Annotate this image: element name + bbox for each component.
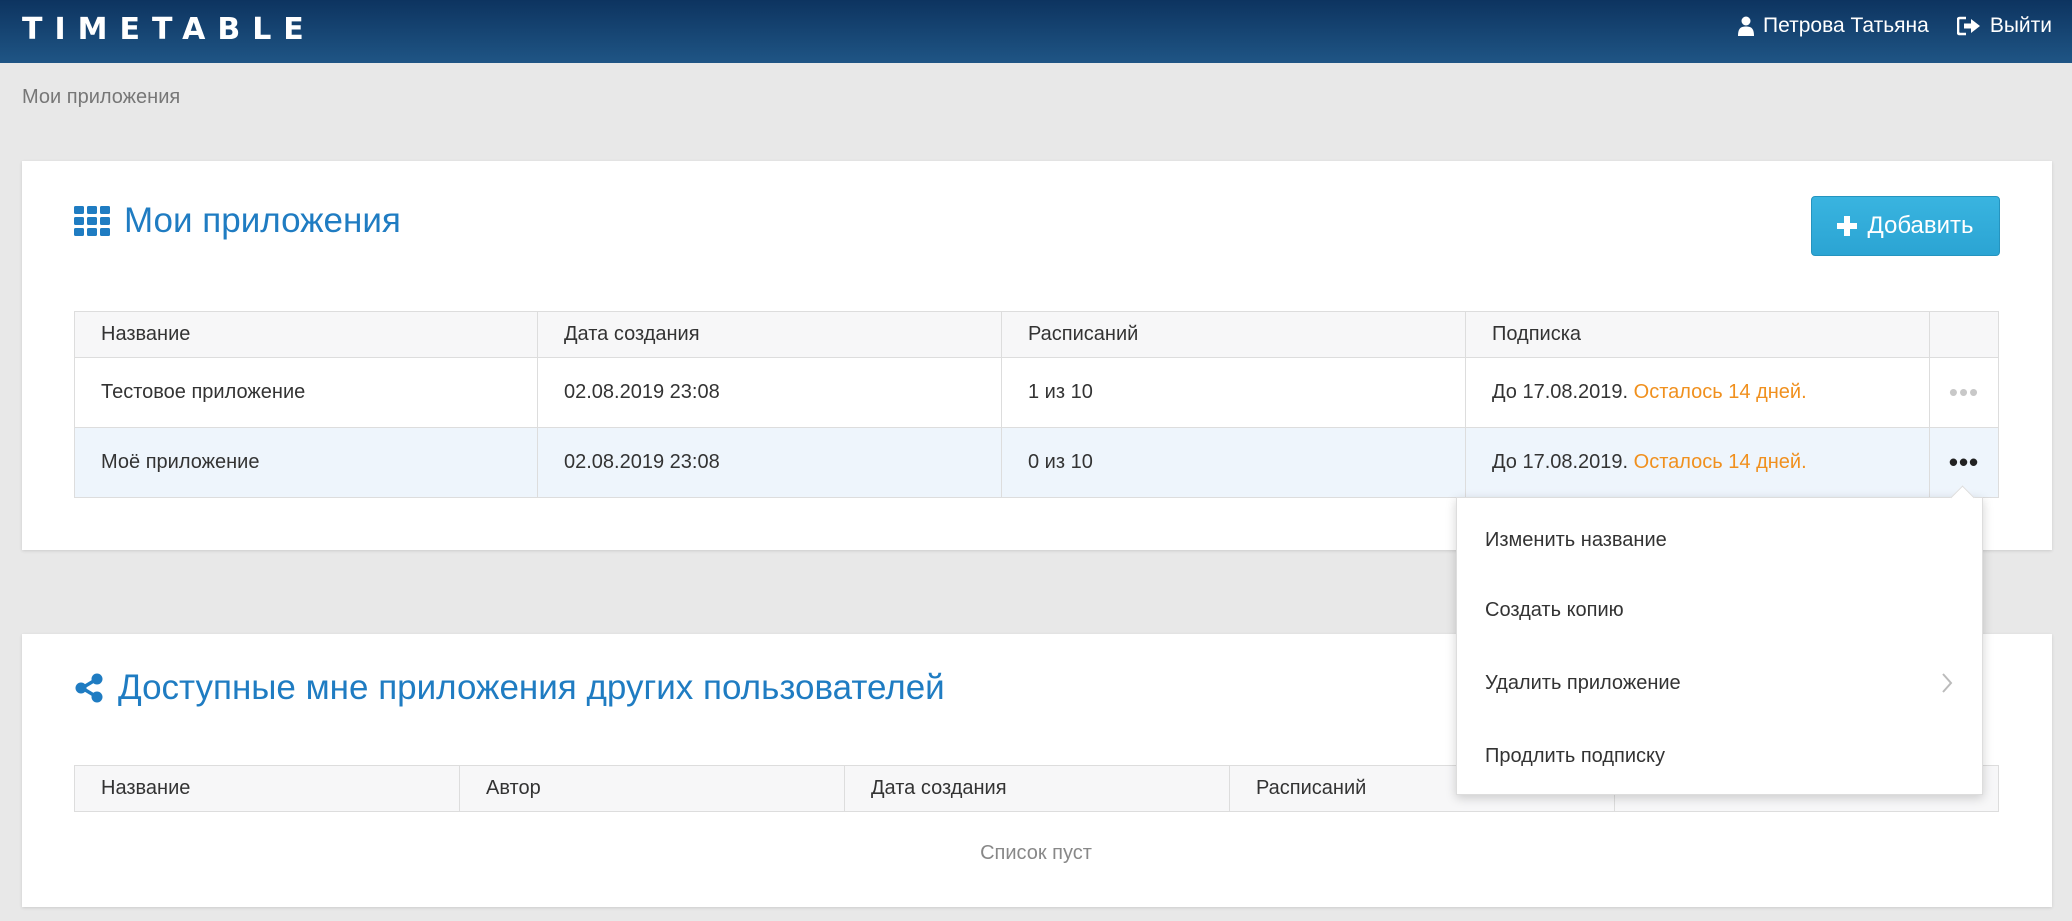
top-navbar: TIMETABLE Петрова Татьяна Выйти: [0, 0, 2072, 63]
row-actions-button[interactable]: •••: [1949, 447, 1979, 477]
menu-item-label: Изменить название: [1485, 528, 1667, 551]
menu-item-extend[interactable]: Продлить подписку: [1457, 728, 1982, 784]
app-logo[interactable]: TIMETABLE: [22, 12, 316, 47]
my-apps-title-text: Мои приложения: [124, 201, 401, 240]
menu-item-label: Продлить подписку: [1485, 744, 1665, 767]
column-header[interactable]: Расписаний: [1001, 311, 1466, 358]
app-name-cell: Моё приложение: [74, 427, 538, 498]
created-date-cell: 02.08.2019 23:08: [537, 357, 1002, 428]
my-apps-panel: Мои приложения Добавить Название Дата со…: [22, 161, 2052, 550]
subscription-remaining: Осталось 14 дней.: [1633, 381, 1807, 403]
menu-item-label: Удалить приложение: [1485, 671, 1681, 694]
user-nav: Петрова Татьяна Выйти: [1738, 14, 2052, 38]
subscription-date: До 17.08.2019.: [1492, 381, 1629, 403]
column-header[interactable]: Дата создания: [537, 311, 1002, 358]
table-header-row: Название Дата создания Расписаний Подпис…: [74, 311, 1999, 358]
shared-apps-title: Доступные мне приложения других пользова…: [74, 668, 945, 708]
logout-link[interactable]: Выйти: [1956, 14, 2052, 38]
subscription-remaining: Осталось 14 дней.: [1633, 451, 1807, 473]
sign-out-icon: [1956, 16, 1980, 36]
column-header: [1929, 311, 1999, 358]
column-header[interactable]: Подписка: [1465, 311, 1930, 358]
column-header[interactable]: Дата создания: [844, 765, 1230, 812]
add-app-label: Добавить: [1867, 212, 1974, 239]
grid-icon: [74, 206, 110, 236]
created-date-cell: 02.08.2019 23:08: [537, 427, 1002, 498]
shared-apps-title-text: Доступные мне приложения других пользова…: [118, 668, 945, 707]
breadcrumb: Мои приложения: [22, 86, 181, 108]
chevron-right-icon: [1942, 673, 1953, 693]
table-row[interactable]: Тестовое приложение 02.08.2019 23:08 1 и…: [74, 357, 1999, 428]
share-icon: [75, 673, 103, 703]
app-actions-dropdown: Изменить название Создать копию Удалить …: [1456, 497, 1983, 795]
user-name: Петрова Татьяна: [1763, 14, 1929, 37]
add-app-button[interactable]: Добавить: [1811, 196, 2000, 256]
my-apps-title: Мои приложения: [74, 201, 401, 241]
subscription-date: До 17.08.2019.: [1492, 451, 1629, 473]
menu-item-label: Создать копию: [1485, 598, 1624, 621]
my-apps-table: Название Дата создания Расписаний Подпис…: [74, 311, 1999, 498]
column-header[interactable]: Название: [74, 311, 538, 358]
menu-item-rename[interactable]: Изменить название: [1457, 512, 1982, 568]
schedules-cell: 0 из 10: [1001, 427, 1466, 498]
app-name-cell: Тестовое приложение: [74, 357, 538, 428]
plus-icon: [1837, 216, 1858, 236]
subscription-cell: До 17.08.2019. Осталось 14 дней.: [1465, 427, 1930, 498]
menu-item-delete[interactable]: Удалить приложение: [1457, 655, 1982, 711]
row-actions-button[interactable]: •••: [1949, 377, 1979, 407]
user-profile-link[interactable]: Петрова Татьяна: [1738, 14, 1929, 38]
schedules-cell: 1 из 10: [1001, 357, 1466, 428]
column-header[interactable]: Название: [74, 765, 460, 812]
subscription-cell: До 17.08.2019. Осталось 14 дней.: [1465, 357, 1930, 428]
user-icon: [1738, 16, 1755, 36]
logout-label: Выйти: [1989, 14, 2052, 37]
row-actions-cell: •••: [1929, 357, 1999, 428]
empty-list-message: Список пуст: [980, 842, 1092, 864]
column-header[interactable]: Автор: [459, 765, 845, 812]
table-row[interactable]: Моё приложение 02.08.2019 23:08 0 из 10 …: [74, 427, 1999, 498]
menu-item-copy[interactable]: Создать копию: [1457, 582, 1982, 638]
